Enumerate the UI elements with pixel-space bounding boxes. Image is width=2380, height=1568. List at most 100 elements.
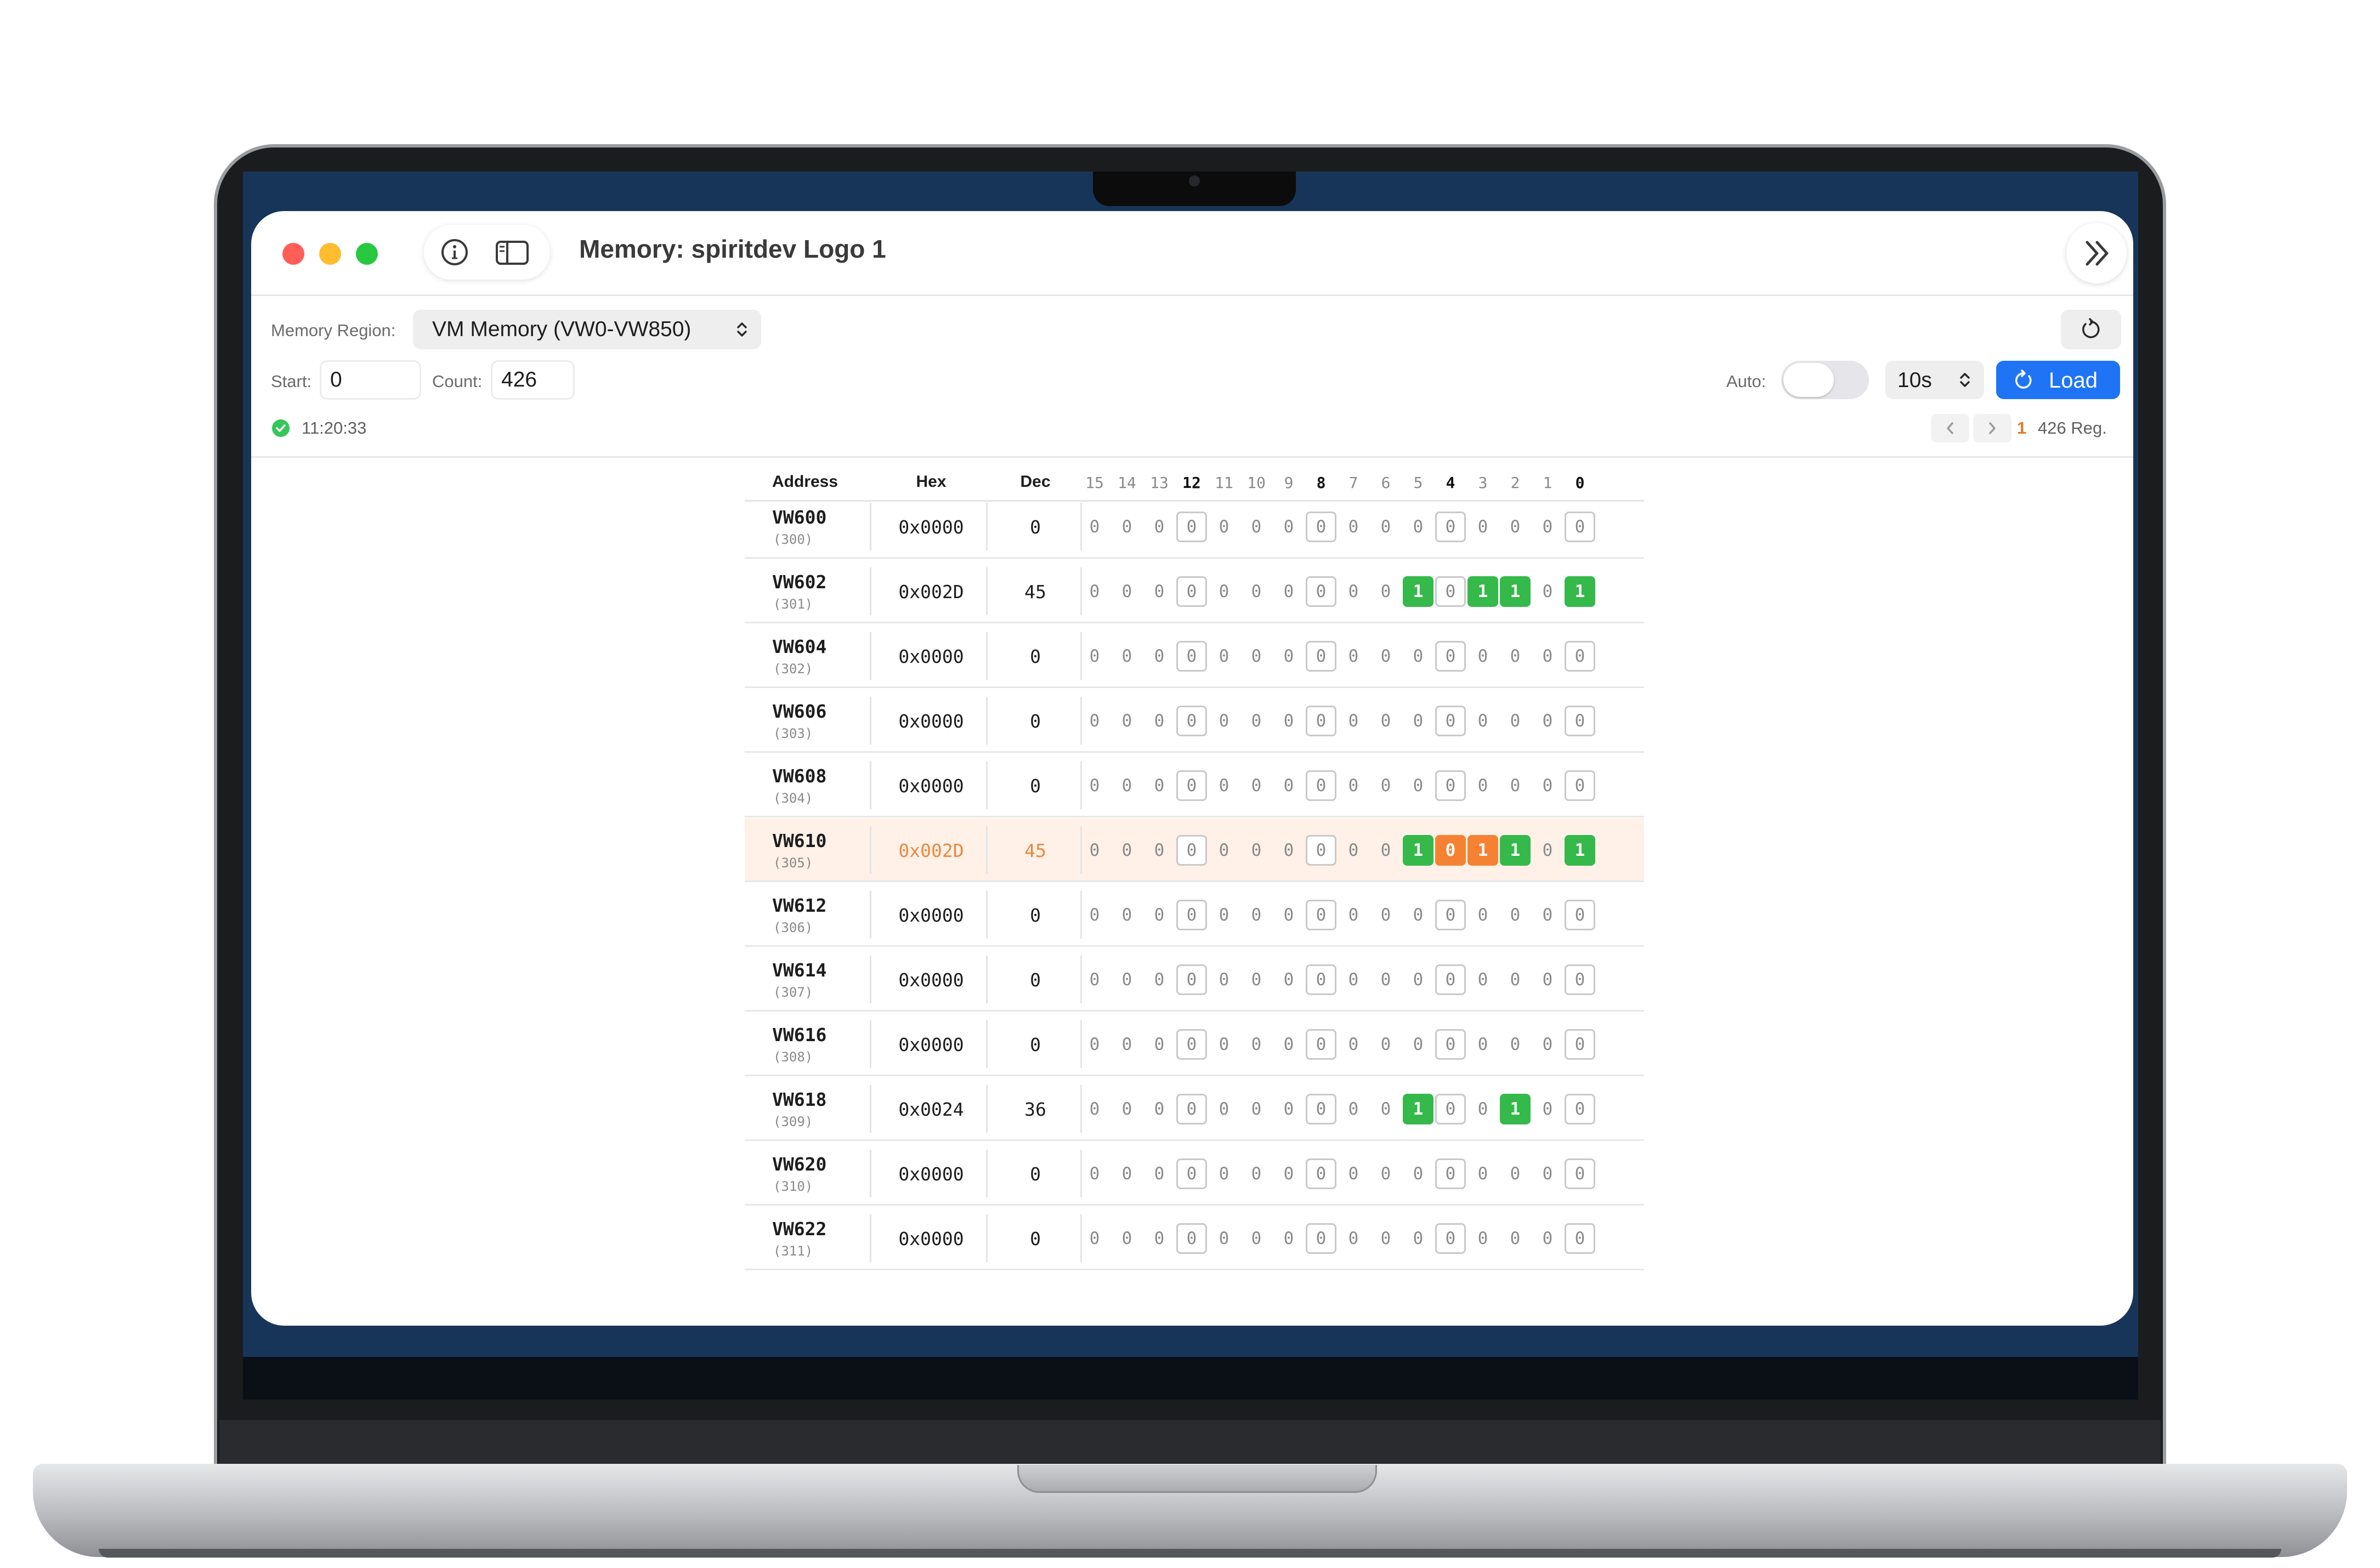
bit-cell[interactable]: 0 (1500, 706, 1531, 736)
bit-cell[interactable]: 0 (1338, 1029, 1369, 1060)
bit-cell[interactable]: 0 (1338, 964, 1369, 995)
bit-cell[interactable]: 0 (1338, 770, 1369, 801)
bit-cell[interactable]: 0 (1079, 1223, 1110, 1254)
bit-cell[interactable]: 0 (1306, 770, 1336, 801)
bit-cell[interactable]: 0 (1144, 576, 1175, 607)
bit-cell[interactable]: 0 (1079, 512, 1110, 542)
bit-cell[interactable]: 0 (1467, 641, 1498, 672)
bit-cell[interactable]: 0 (1079, 1029, 1110, 1060)
bit-cell[interactable]: 0 (1209, 641, 1239, 672)
bit-cell[interactable]: 0 (1467, 1094, 1498, 1124)
bit-cell[interactable]: 0 (1435, 1223, 1466, 1254)
bit-cell[interactable]: 0 (1176, 900, 1207, 930)
bit-cell[interactable]: 0 (1435, 770, 1466, 801)
bit-cell[interactable]: 0 (1338, 1158, 1369, 1189)
bit-cell[interactable]: 0 (1435, 1094, 1466, 1124)
bit-cell[interactable]: 0 (1209, 576, 1239, 607)
reset-button[interactable] (2061, 310, 2121, 349)
bit-cell[interactable]: 0 (1176, 770, 1207, 801)
load-button[interactable]: Load (1996, 361, 2120, 399)
bit-cell[interactable]: 0 (1306, 835, 1336, 866)
next-page-button[interactable] (1973, 414, 2011, 442)
bit-cell[interactable]: 1 (1500, 576, 1531, 607)
bit-cell[interactable]: 0 (1209, 1158, 1239, 1189)
bit-cell[interactable]: 0 (1112, 706, 1142, 736)
bit-cell[interactable]: 0 (1532, 900, 1563, 930)
bit-cell[interactable]: 0 (1144, 1158, 1175, 1189)
bit-cell[interactable]: 0 (1532, 512, 1563, 542)
bit-cell[interactable]: 0 (1403, 1029, 1433, 1060)
bit-cell[interactable]: 0 (1144, 1223, 1175, 1254)
bit-cell[interactable]: 0 (1370, 1094, 1401, 1124)
bit-cell[interactable]: 0 (1435, 835, 1466, 866)
bit-cell[interactable]: 0 (1500, 1158, 1531, 1189)
bit-cell[interactable]: 1 (1467, 835, 1498, 866)
bit-cell[interactable]: 0 (1435, 964, 1466, 995)
bit-cell[interactable]: 0 (1338, 641, 1369, 672)
bit-cell[interactable]: 0 (1306, 1029, 1336, 1060)
bit-cell[interactable]: 0 (1176, 706, 1207, 736)
bit-cell[interactable]: 0 (1565, 1029, 1595, 1060)
bit-cell[interactable]: 0 (1079, 1158, 1110, 1189)
bit-cell[interactable]: 0 (1338, 900, 1369, 930)
table-row[interactable]: VW606 (303) 0x0000 0 0 0 0 0 0 0 0 0 0 0 0 0 0 0 0 0 (745, 689, 1644, 753)
table-row[interactable]: VW610 (305) 0x002D 45 0 0 0 0 0 0 0 0 0 0 1 0 1 1 0 1 (745, 818, 1644, 882)
bit-cell[interactable]: 0 (1467, 964, 1498, 995)
bit-cell[interactable]: 0 (1241, 770, 1272, 801)
bit-cell[interactable]: 0 (1565, 706, 1595, 736)
memory-region-select[interactable]: VM Memory (VW0-VW850) (413, 310, 761, 349)
bit-cell[interactable]: 0 (1370, 900, 1401, 930)
bit-cell[interactable]: 0 (1144, 706, 1175, 736)
bit-cell[interactable]: 0 (1176, 512, 1207, 542)
bit-cell[interactable]: 0 (1079, 641, 1110, 672)
count-input[interactable]: 426 (491, 360, 575, 400)
minimize-window-button[interactable] (319, 243, 341, 265)
bit-cell[interactable]: 0 (1338, 512, 1369, 542)
table-row[interactable]: VW614 (307) 0x0000 0 0 0 0 0 0 0 0 0 0 0 0 0 0 0 0 0 (745, 947, 1644, 1012)
bit-cell[interactable]: 0 (1209, 1223, 1239, 1254)
bit-cell[interactable]: 0 (1467, 1029, 1498, 1060)
bit-cell[interactable]: 0 (1079, 835, 1110, 866)
bit-cell[interactable]: 0 (1532, 706, 1563, 736)
bit-cell[interactable]: 0 (1176, 835, 1207, 866)
bit-cell[interactable]: 0 (1370, 706, 1401, 736)
bit-cell[interactable]: 0 (1241, 1223, 1272, 1254)
bit-cell[interactable]: 0 (1306, 964, 1336, 995)
bit-cell[interactable]: 0 (1403, 964, 1433, 995)
bit-cell[interactable]: 0 (1144, 835, 1175, 866)
bit-cell[interactable]: 0 (1273, 1094, 1304, 1124)
bit-cell[interactable]: 0 (1500, 770, 1531, 801)
table-row[interactable]: VW620 (310) 0x0000 0 0 0 0 0 0 0 0 0 0 0 0 0 0 0 0 0 (745, 1141, 1644, 1206)
bit-cell[interactable]: 0 (1144, 900, 1175, 930)
bit-cell[interactable]: 0 (1435, 1029, 1466, 1060)
bit-cell[interactable]: 0 (1467, 900, 1498, 930)
bit-cell[interactable]: 0 (1273, 900, 1304, 930)
bit-cell[interactable]: 0 (1176, 641, 1207, 672)
bit-cell[interactable]: 0 (1209, 835, 1239, 866)
bit-cell[interactable]: 0 (1176, 1223, 1207, 1254)
bit-cell[interactable]: 0 (1273, 835, 1304, 866)
bit-cell[interactable]: 0 (1403, 1223, 1433, 1254)
bit-cell[interactable]: 0 (1500, 900, 1531, 930)
bit-cell[interactable]: 0 (1370, 770, 1401, 801)
bit-cell[interactable]: 0 (1403, 512, 1433, 542)
bit-cell[interactable]: 0 (1565, 900, 1595, 930)
bit-cell[interactable]: 0 (1532, 641, 1563, 672)
bit-cell[interactable]: 0 (1467, 770, 1498, 801)
bit-cell[interactable]: 0 (1306, 1158, 1336, 1189)
bit-cell[interactable]: 0 (1112, 641, 1142, 672)
bit-cell[interactable]: 0 (1144, 964, 1175, 995)
bit-cell[interactable]: 0 (1403, 770, 1433, 801)
bit-cell[interactable]: 0 (1112, 1029, 1142, 1060)
bit-cell[interactable]: 0 (1241, 900, 1272, 930)
bit-cell[interactable]: 0 (1241, 512, 1272, 542)
bit-cell[interactable]: 0 (1273, 1223, 1304, 1254)
table-row[interactable]: VW602 (301) 0x002D 45 0 0 0 0 0 0 0 0 0 0 1 0 1 1 0 1 (745, 559, 1644, 623)
bit-cell[interactable]: 0 (1370, 641, 1401, 672)
bit-cell[interactable]: 0 (1176, 576, 1207, 607)
bit-cell[interactable]: 0 (1403, 1158, 1433, 1189)
table-row[interactable]: VW612 (306) 0x0000 0 0 0 0 0 0 0 0 0 0 0 0 0 0 0 0 0 (745, 883, 1644, 947)
bit-cell[interactable]: 0 (1112, 770, 1142, 801)
bit-cell[interactable]: 0 (1273, 512, 1304, 542)
bit-cell[interactable]: 0 (1467, 1223, 1498, 1254)
